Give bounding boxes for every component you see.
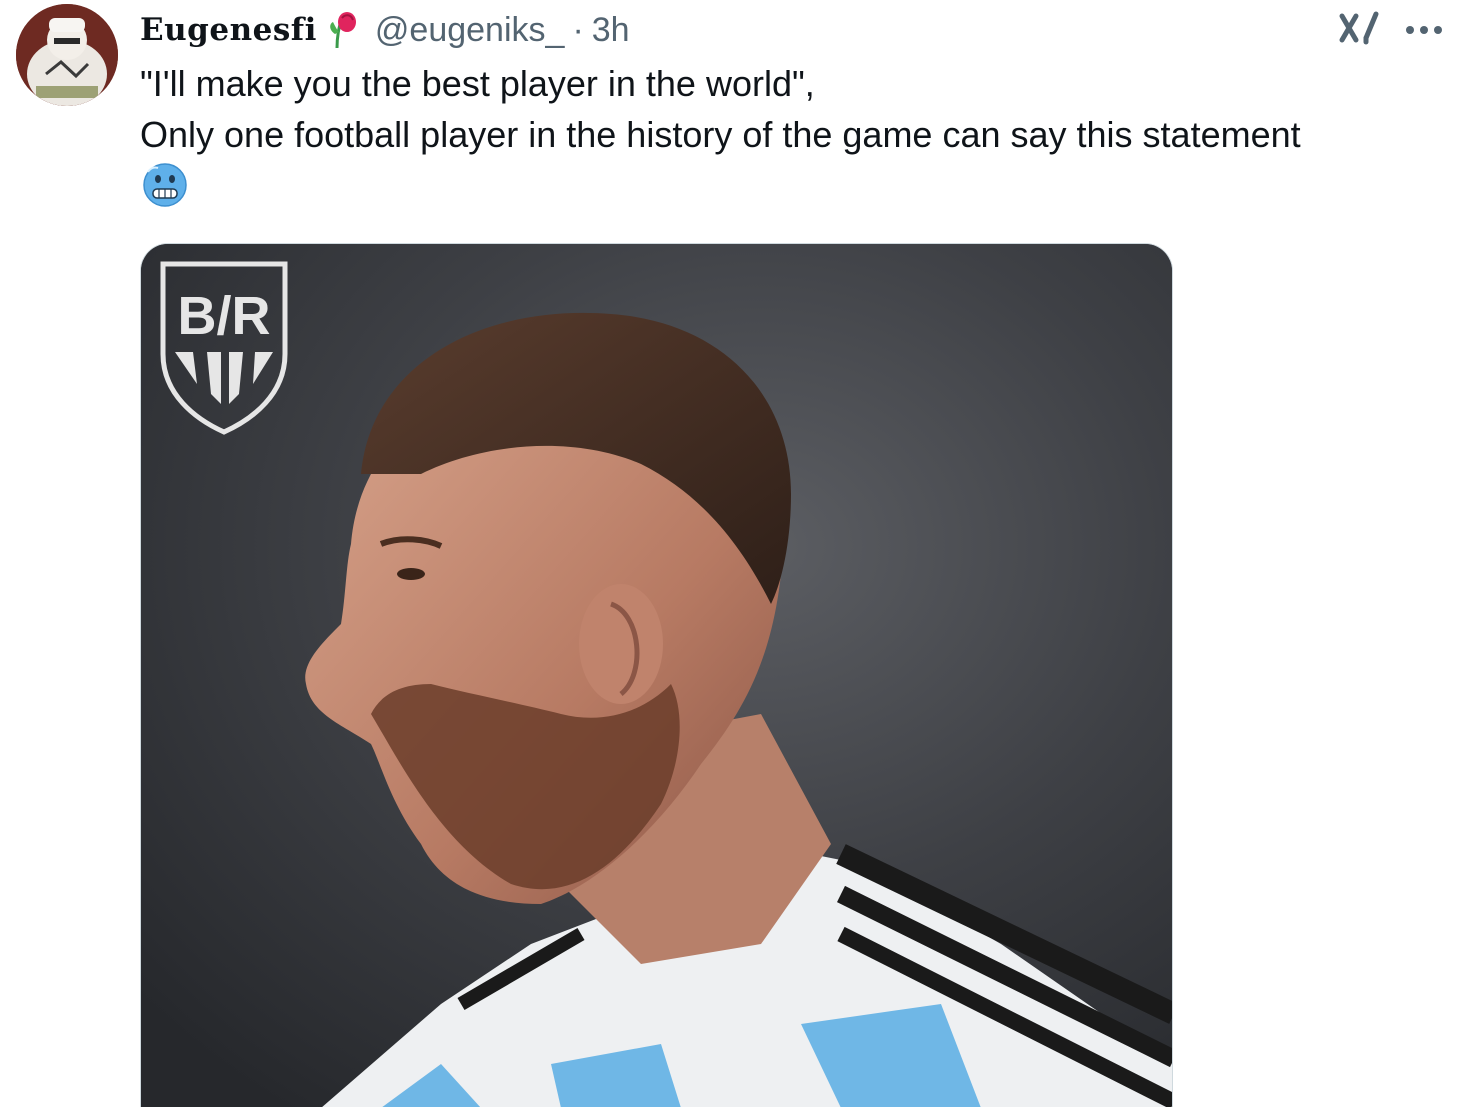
author-avatar[interactable] — [16, 4, 118, 106]
tweet-text: "I'll make you the best player in the wo… — [140, 58, 1440, 160]
grok-icon[interactable] — [1336, 8, 1382, 48]
tweet-timestamp[interactable]: 3h — [592, 11, 630, 50]
tweet-text-line-2: Only one football player in the history … — [140, 114, 1301, 155]
cold-face-emoji — [142, 162, 188, 208]
tweet-header: Eugenesfi @eugeniks_ · 3h — [140, 6, 630, 54]
more-options-icon[interactable] — [1400, 10, 1448, 46]
tweet-media-photo[interactable]: B/R — [140, 243, 1173, 1107]
author-display-name[interactable]: Eugenesfi — [140, 12, 317, 48]
logo-text: B/R — [178, 286, 271, 346]
tweet-text-line-1: "I'll make you the best player in the wo… — [140, 63, 815, 104]
rose-icon — [327, 10, 361, 50]
author-handle[interactable]: @eugeniks_ — [375, 11, 565, 50]
tweet: Eugenesfi @eugeniks_ · 3h "I'll make you — [0, 0, 1460, 1107]
separator-dot: · — [572, 10, 584, 49]
